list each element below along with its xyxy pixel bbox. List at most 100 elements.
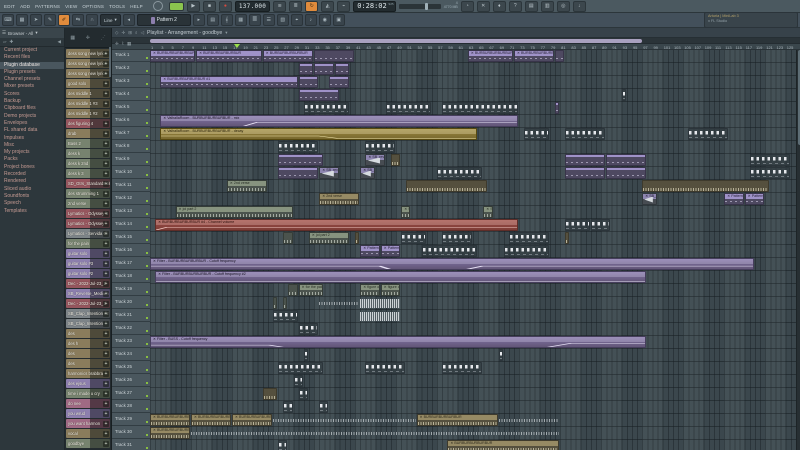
picker-item[interactable]: SB_Reverse_Medium+ xyxy=(66,289,110,298)
clip-auto[interactable]: ✕ ValhallaRoom - BURBURBURBURBUR - mix xyxy=(160,115,518,127)
add-to-playlist-icon[interactable]: + xyxy=(103,391,109,397)
clip-audio[interactable] xyxy=(391,154,400,166)
picker-item[interactable]: good solo+ xyxy=(66,79,110,88)
clip-notes[interactable] xyxy=(299,323,319,335)
channel-rack-icon[interactable]: ▤ xyxy=(207,14,219,26)
track-mute-led[interactable] xyxy=(146,200,149,203)
clip-notes[interactable] xyxy=(283,401,292,413)
track-mute-led[interactable] xyxy=(146,252,149,255)
add-to-playlist-icon[interactable]: + xyxy=(103,191,109,197)
browser-item[interactable]: Soundfonts xyxy=(0,193,64,200)
picker-scrollbar[interactable] xyxy=(109,47,111,77)
add-to-playlist-icon[interactable]: + xyxy=(103,141,109,147)
clip-notes[interactable] xyxy=(688,128,728,140)
clip-sbtri[interactable]: ✕ SB_rev xyxy=(319,167,339,179)
track-header[interactable]: Track 9 xyxy=(112,154,150,166)
track-mute-led[interactable] xyxy=(146,239,149,242)
track-header[interactable]: Track 10 xyxy=(112,167,150,179)
clip-pat[interactable]: ✕ BURBURBURBURBUR xyxy=(263,50,313,62)
clip-gray[interactable] xyxy=(273,297,277,309)
clip-pat2[interactable]: ✕ Pattern 2 xyxy=(381,245,401,257)
menu-item-add[interactable]: ADD xyxy=(20,4,30,9)
browser-item[interactable]: Project bones xyxy=(0,164,64,171)
add-to-playlist-icon[interactable]: + xyxy=(103,101,109,107)
browser-item[interactable]: Misc xyxy=(0,142,64,149)
track-mute-led[interactable] xyxy=(146,278,149,281)
browser-item[interactable]: My projects xyxy=(0,149,64,156)
picker-item[interactable]: do nee+ xyxy=(66,399,110,408)
clip-notes[interactable] xyxy=(565,219,590,231)
picker-item[interactable]: des figuring 4+ xyxy=(66,119,110,128)
magnet-icon[interactable]: ∩ xyxy=(86,14,98,26)
clip-notes[interactable] xyxy=(278,141,318,153)
clip-notes[interactable] xyxy=(386,102,431,114)
browser-item[interactable]: Impulses xyxy=(0,135,64,142)
countdown-icon[interactable]: ⌁ xyxy=(337,1,350,12)
clip-sbtri[interactable]: ✕ SB_rev xyxy=(642,193,656,205)
clip-wavedense[interactable] xyxy=(360,310,400,322)
track-header[interactable]: Track 26 xyxy=(112,375,150,387)
clip-pat2[interactable] xyxy=(565,154,605,166)
add-to-playlist-icon[interactable]: + xyxy=(103,311,109,317)
picker-item[interactable]: dess k 3+ xyxy=(66,169,110,178)
track-mute-led[interactable] xyxy=(146,356,149,359)
add-to-playlist-icon[interactable]: + xyxy=(103,81,109,87)
clip-audio[interactable] xyxy=(406,180,487,192)
picker-item[interactable]: dess song new lyrics+ xyxy=(66,69,110,78)
add-to-playlist-icon[interactable]: + xyxy=(103,121,109,127)
clip-sbtri[interactable]: ✕ SB_rev xyxy=(365,154,385,166)
slip-tool-icon[interactable]: ⇆ xyxy=(72,14,84,26)
paint-tool-icon[interactable]: ✐ xyxy=(58,14,70,26)
add-to-playlist-icon[interactable]: + xyxy=(103,261,109,267)
track-mute-led[interactable] xyxy=(146,174,149,177)
track-mute-led[interactable] xyxy=(146,408,149,411)
clip-notes[interactable] xyxy=(509,232,549,244)
add-to-playlist-icon[interactable]: + xyxy=(103,431,109,437)
add-to-playlist-icon[interactable]: + xyxy=(103,421,109,427)
track-header[interactable]: Track 1 xyxy=(112,50,150,62)
picker-item[interactable]: Bass 2+ xyxy=(66,139,110,148)
add-to-playlist-icon[interactable]: + xyxy=(103,51,109,57)
track-mute-led[interactable] xyxy=(146,382,149,385)
master-volume-slider[interactable] xyxy=(399,4,441,9)
play-button[interactable]: ▶ xyxy=(187,1,200,12)
track-header[interactable]: Track 17 xyxy=(112,258,150,270)
track-mute-led[interactable] xyxy=(146,343,149,346)
mixer-icon[interactable]: 𝄚 xyxy=(249,14,261,26)
add-to-playlist-icon[interactable]: + xyxy=(103,301,109,307)
clip-gray[interactable] xyxy=(288,284,297,296)
add-to-playlist-icon[interactable]: + xyxy=(103,351,109,357)
add-to-playlist-icon[interactable]: + xyxy=(103,201,109,207)
browser-item[interactable]: Clipboard files xyxy=(0,105,64,112)
clip-pat2[interactable] xyxy=(314,63,334,75)
clip-gray[interactable] xyxy=(283,232,292,244)
clip-audio[interactable]: ✕ 2nd verse xyxy=(319,193,359,205)
time-display[interactable]: 0:28:02925 xyxy=(353,1,396,12)
clip-pat2[interactable] xyxy=(606,167,646,179)
download-icon[interactable]: ↓ xyxy=(573,1,586,12)
clip-notes[interactable] xyxy=(524,128,549,140)
tempo-display[interactable]: 137.000 xyxy=(235,1,270,12)
browser-item[interactable]: Channel presets xyxy=(0,76,64,83)
zoom-line-icon[interactable]: ⋰ xyxy=(101,35,106,41)
track-header[interactable]: Track 19 xyxy=(112,284,150,296)
one-click-audio-icon[interactable]: ◉ xyxy=(319,14,331,26)
track-mute-led[interactable] xyxy=(146,291,149,294)
picker-item[interactable]: time i made u cry+ xyxy=(66,389,110,398)
add-to-playlist-icon[interactable]: + xyxy=(103,151,109,157)
menu-item-edit[interactable]: EDIT xyxy=(4,4,15,9)
marker-icon[interactable]: ⊞ xyxy=(128,30,132,36)
browser-item[interactable]: Packs xyxy=(0,156,64,163)
pattern-prev-button[interactable]: ◂ xyxy=(123,14,135,26)
clip-autoRed[interactable]: ✕ BURBURBURBURBUR #4 - Channel volume xyxy=(155,219,518,231)
browser-item[interactable]: Backup xyxy=(0,98,64,105)
picker-item[interactable]: guitar solo+ xyxy=(66,249,110,258)
clip-notes[interactable] xyxy=(442,102,518,114)
track-header[interactable]: Track 11 xyxy=(112,180,150,192)
clip-notes[interactable] xyxy=(622,89,626,101)
close-icon[interactable]: ✕ xyxy=(477,1,490,12)
audio-preview-icon[interactable]: ◁ xyxy=(141,30,144,36)
clip-pat2[interactable] xyxy=(565,167,605,179)
browser-item[interactable]: Recorded xyxy=(0,171,64,178)
browser-item[interactable]: Demo projects xyxy=(0,113,64,120)
